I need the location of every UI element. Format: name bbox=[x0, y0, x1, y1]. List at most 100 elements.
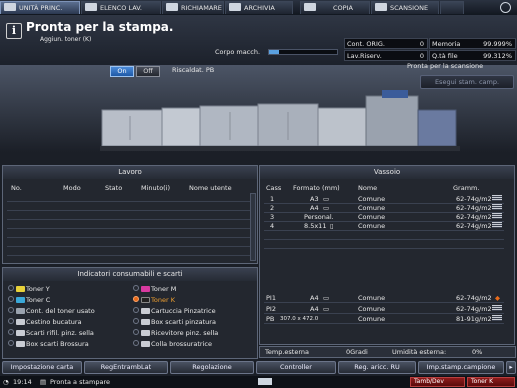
saddle-staple-icon bbox=[141, 330, 150, 336]
tab-elenco-lav[interactable]: ELENCO LAV. bbox=[81, 1, 161, 14]
status-dot-icon bbox=[133, 329, 139, 335]
tray-row-empty bbox=[264, 231, 504, 240]
consumable-toner-m: Toner M bbox=[133, 285, 176, 293]
lavoro-title: Lavoro bbox=[3, 166, 257, 179]
tray-row[interactable]: 3 Personal. Comune 62-74g/m2 bbox=[264, 213, 504, 222]
job-row[interactable] bbox=[7, 230, 251, 238]
corpo-level-bar bbox=[268, 49, 338, 55]
tab-scansione[interactable]: SCANSIONE bbox=[371, 1, 439, 14]
paper-level-icon bbox=[492, 222, 502, 228]
printer-machine-image[interactable] bbox=[100, 90, 460, 152]
landscape-icon: ▭ bbox=[323, 294, 330, 302]
impostazione-carta-button[interactable]: Impostazione carta bbox=[2, 361, 82, 374]
paper-level-icon bbox=[492, 204, 502, 210]
status-subtitle: Aggiun. toner (K) bbox=[40, 36, 92, 43]
column-stato: Stato bbox=[105, 184, 123, 192]
next-page-button[interactable]: ▸ bbox=[506, 361, 516, 374]
status-dot-icon bbox=[133, 307, 139, 313]
tab-richiamare[interactable]: RICHIAMARE bbox=[162, 1, 224, 14]
archive-icon bbox=[229, 3, 241, 11]
job-row[interactable] bbox=[7, 221, 251, 229]
consumable-box-scarti-pinzatura: Box scarti pinzatura bbox=[133, 318, 216, 326]
status-dot-icon bbox=[8, 340, 14, 346]
trim-waste-icon bbox=[16, 330, 25, 336]
perfect-bind-waste-icon bbox=[16, 341, 25, 347]
status-dot-icon bbox=[8, 285, 14, 291]
heater-on-button[interactable]: On bbox=[110, 66, 134, 77]
toner-k-alert[interactable]: Toner K bbox=[467, 377, 515, 387]
copy-icon bbox=[304, 3, 316, 11]
scan-status-text: Pronta per la scansione bbox=[407, 62, 484, 70]
tab-archivia[interactable]: ARCHIVIA bbox=[225, 1, 293, 14]
power-icon[interactable] bbox=[500, 2, 511, 13]
status-dot-icon bbox=[133, 318, 139, 324]
status-dot-icon bbox=[8, 318, 14, 324]
counters-panel: Cont. ORIG. 0 Memoria 99.999% Lav.Riserv. 0… bbox=[344, 38, 516, 62]
tab-copia[interactable]: COPIA bbox=[300, 1, 370, 14]
consumabili-title: Indicatori consumabili e scarti bbox=[3, 268, 257, 281]
paper-warning-icon: ◆ bbox=[495, 294, 500, 302]
status-dot-icon bbox=[8, 296, 14, 302]
tab-extra[interactable] bbox=[440, 1, 464, 14]
job-row[interactable] bbox=[7, 239, 251, 247]
consumable-cont-toner-usato: Cont. del toner usato bbox=[8, 307, 95, 315]
environment-status-bar: Temp.esterna 0Gradi Umidità esterna: 0% bbox=[259, 346, 516, 358]
memoria-counter: Memoria 99.999% bbox=[429, 38, 516, 49]
keyboard-icon[interactable] bbox=[258, 378, 272, 385]
corpo-level-fill bbox=[269, 50, 280, 54]
tray-row-empty bbox=[264, 240, 504, 249]
landscape-icon: ▭ bbox=[323, 204, 330, 212]
toner-icon bbox=[141, 286, 150, 292]
esegui-stampa-campione-button[interactable]: Esegui stam. camp. bbox=[420, 75, 514, 89]
consumable-box-scarti-brossura: Box scarti Brossura bbox=[8, 340, 89, 348]
tray-row[interactable]: 1 A3 ▭ Comune 62-74g/m2 bbox=[264, 195, 504, 204]
info-icon: i bbox=[6, 23, 22, 39]
column-nome-utente: Nome utente bbox=[189, 184, 232, 192]
job-row[interactable] bbox=[7, 203, 251, 211]
tray-row-pi2[interactable]: PI2 A4 ▭ Comune 62-74g/m2 bbox=[264, 305, 504, 314]
clock-icon: ◔ bbox=[3, 378, 9, 386]
controller-button[interactable]: Controller bbox=[256, 361, 336, 374]
paper-level-icon bbox=[492, 195, 502, 201]
job-row[interactable] bbox=[7, 212, 251, 220]
status-dot-icon bbox=[133, 340, 139, 346]
portrait-icon: ▯ bbox=[330, 222, 334, 230]
tab-unita-princ[interactable]: UNITÀ PRINC. bbox=[0, 1, 80, 14]
job-row[interactable] bbox=[7, 194, 251, 202]
footer-status: Pronta a stampare bbox=[50, 378, 110, 386]
consumable-ricevitore-pinz-sella: Ricevitore pinz. sella bbox=[133, 329, 218, 337]
page-title: Pronta per la stampa. bbox=[26, 20, 174, 34]
lavoro-scrollbar[interactable] bbox=[250, 193, 256, 261]
print-icon: ▤ bbox=[40, 378, 47, 386]
recall-icon bbox=[166, 3, 178, 11]
imp-stamp-campione-button[interactable]: Imp.stamp.campione bbox=[418, 361, 504, 374]
job-row[interactable] bbox=[7, 248, 251, 256]
lavoro-panel: Lavoro No. Modo Stato Minuto(i) Nome ute… bbox=[2, 165, 258, 264]
regolazione-button[interactable]: Regolazione bbox=[170, 361, 254, 374]
reg-entramb-lat-button[interactable]: RegEntrambLat bbox=[84, 361, 168, 374]
tray-row[interactable]: 2 A4 ▭ Comune 62-74g/m2 bbox=[264, 204, 504, 213]
punch-waste-icon bbox=[16, 319, 25, 325]
home-icon bbox=[4, 3, 16, 11]
paper-level-icon bbox=[492, 213, 502, 219]
column-no: No. bbox=[11, 184, 22, 192]
tray-row-pb[interactable]: PB 307.0 x 472.0 Comune 81-91g/m2 bbox=[264, 315, 504, 324]
consumable-scarti-rifil: Scarti rifil. pinz. sella bbox=[8, 329, 94, 337]
toner-icon bbox=[141, 297, 150, 303]
paper-level-icon bbox=[492, 305, 502, 311]
tray-row[interactable]: 4 8.5x11 ▯ Comune 62-74g/m2 bbox=[264, 222, 504, 231]
lav-riserv-counter: Lav.Riserv. 0 bbox=[344, 50, 428, 61]
column-nome: Nome bbox=[358, 184, 378, 192]
consumable-cestino-bucatura: Cestino bucatura bbox=[8, 318, 82, 326]
reg-aricc-ru-button[interactable]: Reg. aricc. RU bbox=[338, 361, 416, 374]
consumable-toner-y: Toner Y bbox=[8, 285, 50, 293]
consumable-colla-brossuratrice: Colla brossuratrice bbox=[133, 340, 212, 348]
list-icon bbox=[85, 3, 97, 11]
consumable-cartuccia-pinzatrice: Cartuccia Pinzatrice bbox=[133, 307, 216, 315]
consumable-toner-c: Toner C bbox=[8, 296, 50, 304]
tamb-dev-alert[interactable]: Tamb/Dev bbox=[410, 377, 465, 387]
heater-off-button[interactable]: Off bbox=[136, 66, 160, 77]
tray-row-pi1[interactable]: PI1 A4 ▭ Comune 62-74g/m2 ◆ bbox=[264, 294, 504, 303]
column-gramm: Gramm. bbox=[453, 184, 480, 192]
scan-icon bbox=[375, 3, 387, 11]
